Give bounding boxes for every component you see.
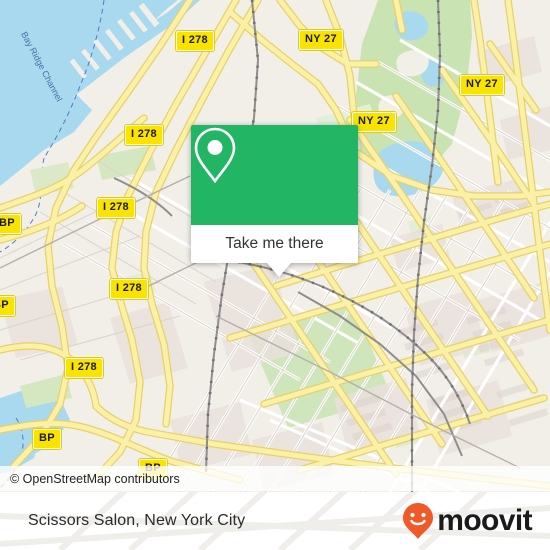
map-screenshot: I 278 I 278 I 278 I 278 I 278 NY 27 NY 2… — [0, 0, 550, 550]
road-shield-bp[interactable]: BP — [33, 429, 61, 449]
popup-tail — [267, 263, 291, 277]
road-shield-ny27[interactable]: NY 27 — [460, 75, 504, 95]
popup-header — [191, 125, 358, 225]
moovit-logo[interactable]: moovit — [401, 492, 533, 550]
take-me-there-label: Take me there — [225, 235, 324, 252]
road-shield-bp[interactable]: BP — [0, 296, 15, 316]
map-attribution[interactable]: © OpenStreetMap contributors — [0, 466, 550, 491]
moovit-wordmark: moovit — [437, 504, 532, 537]
road-shield-bp[interactable]: BP — [0, 214, 21, 234]
road-shield-i278[interactable]: I 278 — [125, 125, 163, 145]
road-shield-i278[interactable]: I 278 — [97, 198, 135, 218]
moovit-smiling-pin-icon — [403, 503, 434, 539]
map-canvas[interactable]: I 278 I 278 I 278 I 278 I 278 NY 27 NY 2… — [0, 0, 550, 492]
location-caption-text: Scissors Salon, New York City — [28, 512, 246, 529]
road-shield-i278[interactable]: I 278 — [176, 31, 214, 51]
take-me-there-button[interactable]: Take me there — [191, 225, 358, 263]
road-shield-i278[interactable]: I 278 — [110, 279, 148, 299]
footer-bar: Scissors Salon, New York City moovit — [0, 492, 550, 550]
road-shield-ny27[interactable]: NY 27 — [352, 112, 396, 132]
location-popup-card[interactable]: Take me there — [191, 125, 358, 277]
location-caption: Scissors Salon, New York City — [28, 492, 245, 550]
attribution-text: © OpenStreetMap contributors — [10, 471, 180, 486]
map-pin-icon — [194, 127, 236, 184]
road-shield-ny27[interactable]: NY 27 — [299, 30, 343, 50]
road-shield-i278[interactable]: I 278 — [65, 358, 103, 378]
